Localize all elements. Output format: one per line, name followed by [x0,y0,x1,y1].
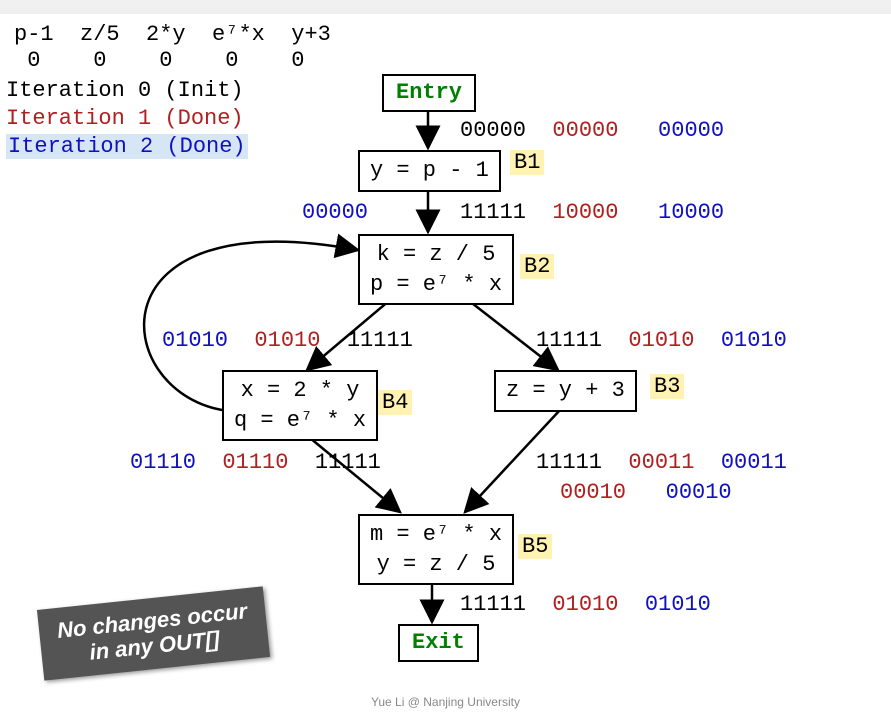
b1-label: B1 [510,150,544,175]
b4-label: B4 [378,390,412,415]
b1-out-bits: 11111 10000 10000 [460,200,724,225]
b5-in-bits: 00010 00010 [560,480,732,505]
b2-node: k = z / 5 p = e⁷ * x [358,234,514,305]
col-e7x: e⁷*x [212,22,265,47]
b2-in-bits: 00000 [302,200,368,225]
b3-label: B3 [650,374,684,399]
b1-node: y = p - 1 [358,150,501,192]
b4-line2: q = e⁷ * x [234,406,366,436]
b3-line1: z = y + 3 [506,378,625,403]
exit-label: Exit [412,630,465,655]
exit-node: Exit [398,624,479,662]
b4-node: x = 2 * y q = e⁷ * x [222,370,378,441]
b3-node: z = y + 3 [494,370,637,412]
b5-label: B5 [518,534,552,559]
iteration-0: Iteration 0 (Init) [6,78,244,103]
b4-line1: x = 2 * y [234,376,366,406]
b5-node: m = e⁷ * x y = z / 5 [358,514,514,585]
b2-out-left-bits: 01010 01010 11111 [162,328,413,353]
b3-out-bits: 11111 00011 00011 [536,450,787,475]
col-p1: p-1 [14,22,54,47]
entry-label: Entry [396,80,462,105]
iteration-2: Iteration 2 (Done) [6,134,248,159]
col-y3: y+3 [291,22,331,47]
b2-line1: k = z / 5 [370,240,502,270]
iteration-1: Iteration 1 (Done) [6,106,244,131]
footer: Yue Li @ Nanjing University [0,695,891,709]
b2-line2: p = e⁷ * x [370,270,502,300]
entry-node: Entry [382,74,476,112]
b2-label: B2 [520,254,554,279]
b5-out-bits: 11111 01010 01010 [460,592,711,617]
b5-line2: y = z / 5 [370,550,502,580]
expr-header: p-1 z/5 2*y e⁷*x y+3 [14,22,331,47]
expr-vals: 0 0 0 0 0 [14,48,304,73]
b5-line1: m = e⁷ * x [370,520,502,550]
note-box: No changes occur in any OUT[] [37,586,270,680]
b2-out-right-bits: 11111 01010 01010 [536,328,787,353]
b4-out-bits: 01110 01110 11111 [130,450,381,475]
b1-line1: y = p - 1 [370,158,489,183]
col-2y: 2*y [146,22,186,47]
entry-out-bits: 00000 00000 00000 [460,118,724,143]
col-z5: z/5 [80,22,120,47]
